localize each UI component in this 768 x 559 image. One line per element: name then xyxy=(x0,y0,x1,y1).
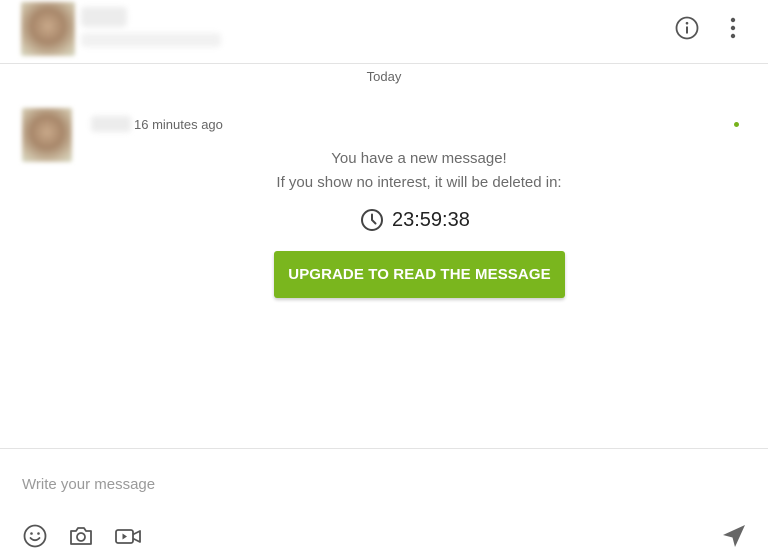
send-button[interactable] xyxy=(720,522,748,550)
camera-icon xyxy=(70,527,92,545)
clock-icon xyxy=(361,209,383,231)
vertical-dots-icon xyxy=(730,17,736,39)
online-indicator xyxy=(734,122,739,127)
countdown-value: 23:59:38 xyxy=(392,208,470,231)
video-camera-icon xyxy=(115,529,141,544)
contact-name-redacted[interactable] xyxy=(81,7,127,27)
send-icon xyxy=(723,525,745,547)
message-deletion-warning: If you show no interest, it will be dele… xyxy=(276,174,562,191)
upgrade-button[interactable]: UPGRADE TO READ THE MESSAGE xyxy=(274,251,565,298)
video-button[interactable] xyxy=(114,522,142,550)
message-notice: You have a new message! xyxy=(331,150,507,167)
contact-status-redacted xyxy=(81,33,221,47)
emoji-icon xyxy=(23,524,47,548)
chat-header xyxy=(0,0,768,64)
sender-name-redacted xyxy=(91,116,131,132)
message-input[interactable] xyxy=(22,470,682,498)
message-timestamp: 16 minutes ago xyxy=(134,117,223,132)
more-options-button[interactable] xyxy=(721,14,745,42)
contact-avatar[interactable] xyxy=(21,2,75,56)
date-divider: Today xyxy=(366,69,402,84)
info-circle-icon xyxy=(675,16,699,40)
emoji-button[interactable] xyxy=(21,522,49,550)
photo-button[interactable] xyxy=(67,522,95,550)
countdown-timer: 23:59:38 xyxy=(360,207,470,233)
info-button[interactable] xyxy=(673,14,701,42)
composer-divider xyxy=(0,448,768,449)
